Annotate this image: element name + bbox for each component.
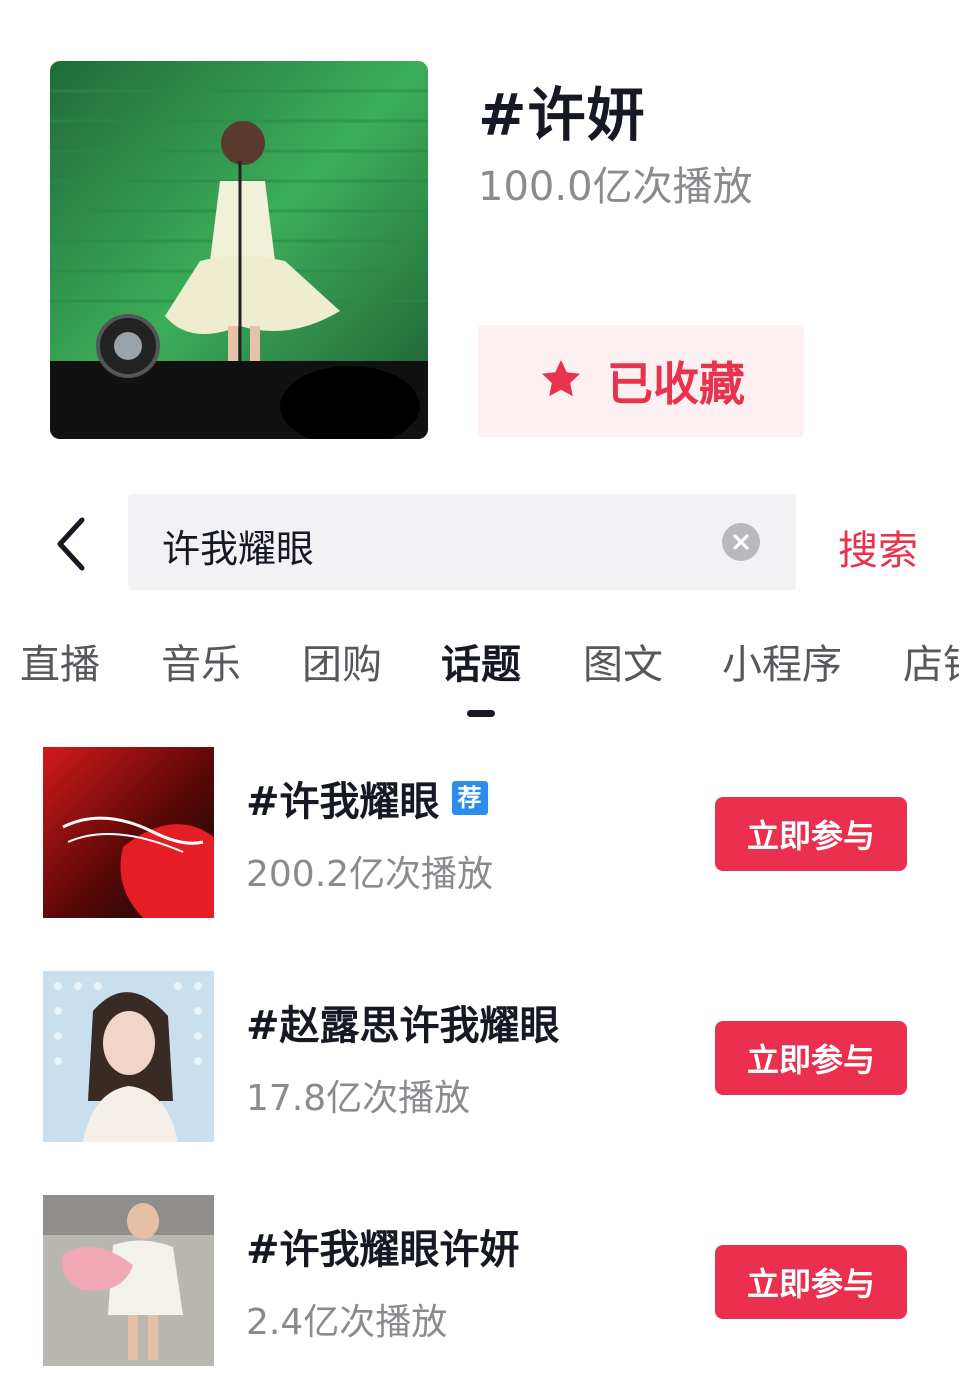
topic-result-item[interactable]: #许我耀眼 荐 200.2亿次播放 立即参与 [0,747,960,919]
topic-title: #许妍 [478,81,646,149]
join-button[interactable]: 立即参与 [715,1245,907,1319]
tab-group-buy[interactable]: 团购 [302,632,382,690]
tab-music[interactable]: 音乐 [161,632,241,690]
category-tabs: 直播 音乐 团购 话题 图文 小程序 店铺 [0,632,960,692]
topic-name: #许我耀眼 荐 [246,769,488,827]
topic-play-count: 100.0亿次播放 [478,164,753,210]
tab-topic[interactable]: 话题 [441,632,521,690]
join-button[interactable]: 立即参与 [715,797,907,871]
topic-thumbnail [43,1195,214,1366]
tab-store[interactable]: 店铺 [903,632,960,690]
recommended-badge: 荐 [451,781,488,815]
search-button[interactable]: 搜索 [838,518,918,576]
topic-name-text: #许我耀眼许妍 [246,1227,520,1273]
join-button[interactable]: 立即参与 [715,1021,907,1095]
favorited-label: 已收藏 [607,357,745,411]
topic-name: #许我耀眼许妍 [246,1217,520,1275]
topic-play-count: 2.4亿次播放 [246,1302,448,1343]
favorited-button[interactable]: 已收藏 [478,325,804,437]
topic-cover-image [50,61,428,439]
topic-play-count: 17.8亿次播放 [246,1078,471,1119]
topic-name-text: #赵露思许我耀眼 [246,1003,560,1049]
tab-image-text[interactable]: 图文 [583,632,663,690]
search-input[interactable]: 许我耀眼 [128,494,796,590]
topic-thumbnail [43,747,214,918]
active-tab-indicator [467,710,495,717]
topic-name-text: #许我耀眼 [246,779,440,825]
search-query: 许我耀眼 [162,527,315,571]
topic-result-item[interactable]: #赵露思许我耀眼 17.8亿次播放 立即参与 [0,971,960,1143]
tab-mini-program[interactable]: 小程序 [722,632,842,690]
tab-live[interactable]: 直播 [20,632,100,690]
star-icon [537,355,585,407]
topic-name: #赵露思许我耀眼 [246,993,560,1051]
topic-result-item[interactable]: #许我耀眼许妍 2.4亿次播放 立即参与 [0,1195,960,1367]
topic-play-count: 200.2亿次播放 [246,854,494,895]
clear-icon[interactable] [722,523,760,561]
topic-thumbnail [43,971,214,1142]
back-icon[interactable] [52,514,92,574]
